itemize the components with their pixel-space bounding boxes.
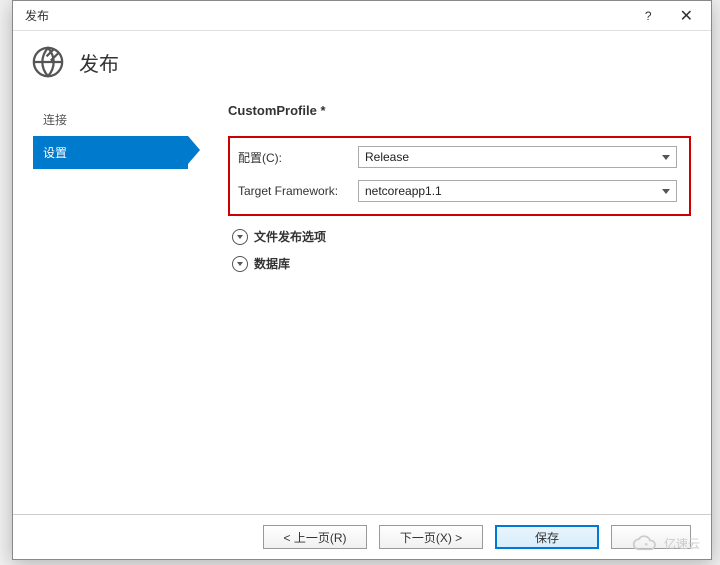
profile-name: CustomProfile * [228,103,691,118]
save-button[interactable]: 保存 [495,525,599,549]
sidebar: 连接 设置 [33,97,188,514]
titlebar-controls: ? ✕ [639,2,703,30]
window-title: 发布 [21,7,639,24]
globe-icon [31,45,65,79]
close-button[interactable]: ✕ [670,2,703,30]
config-value: Release [365,150,409,164]
publish-dialog: 发布 ? ✕ 发布 连接 设置 CustomProfile * 配置(C): [12,0,712,560]
highlight-box: 配置(C): Release Target Framework: netcore… [228,136,691,216]
main-panel: CustomProfile * 配置(C): Release Target Fr… [188,97,691,514]
prev-button[interactable]: < 上一页(R) [263,525,367,549]
framework-row: Target Framework: netcoreapp1.1 [238,180,677,202]
titlebar: 发布 ? ✕ [13,1,711,31]
sidebar-item-settings[interactable]: 设置 [33,136,188,169]
config-label: 配置(C): [238,149,358,166]
framework-label: Target Framework: [238,184,358,198]
watermark: 亿速云 [620,525,710,561]
chevron-down-icon [232,229,248,245]
framework-select[interactable]: netcoreapp1.1 [358,180,677,202]
watermark-text: 亿速云 [664,535,700,552]
dialog-body: 连接 设置 CustomProfile * 配置(C): Release Tar… [13,97,711,514]
page-title: 发布 [79,48,119,77]
dialog-header: 发布 [13,31,711,97]
cloud-icon [630,531,660,555]
chevron-down-icon [232,256,248,272]
help-button[interactable]: ? [639,5,658,27]
file-publish-options-expander[interactable]: 文件发布选项 [232,228,691,245]
framework-value: netcoreapp1.1 [365,184,442,198]
config-select[interactable]: Release [358,146,677,168]
database-label: 数据库 [254,255,290,272]
sidebar-item-connection[interactable]: 连接 [33,103,188,136]
config-row: 配置(C): Release [238,146,677,168]
next-button[interactable]: 下一页(X) > [379,525,483,549]
dialog-footer: < 上一页(R) 下一页(X) > 保存 [13,514,711,559]
file-publish-options-label: 文件发布选项 [254,228,326,245]
database-expander[interactable]: 数据库 [232,255,691,272]
